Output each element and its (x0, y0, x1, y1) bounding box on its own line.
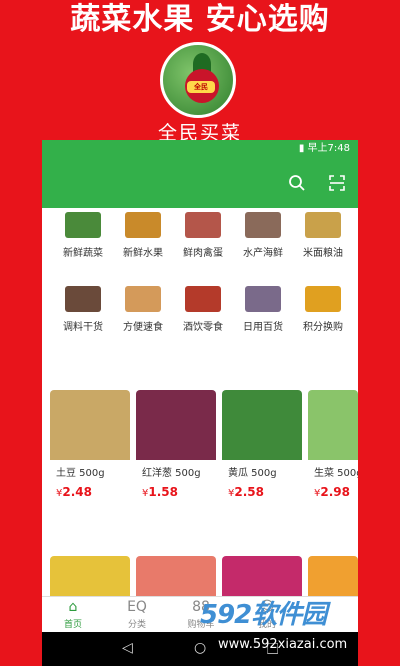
category-label: 酒饮零食 (183, 322, 223, 333)
product-card[interactable]: 黄瓜 500g ¥2.58 (222, 390, 302, 518)
category-item[interactable]: 方便速食 (114, 286, 172, 333)
product-card[interactable]: 土豆 500g ¥2.48 (50, 390, 130, 518)
category-image (185, 212, 221, 238)
category-image (245, 212, 281, 238)
product-name: 土豆 500g (56, 468, 105, 479)
list-icon: EQ (127, 599, 147, 615)
section-title-fruits: 特价水果 (0, 534, 400, 549)
section-title-vegetables: 新鲜蔬菜 (0, 367, 400, 382)
category-item[interactable]: 酒饮零食 (174, 286, 232, 333)
status-time: 早上7:48 (307, 143, 350, 154)
product-name: 黄瓜 500g (228, 468, 277, 479)
product-image (222, 390, 302, 460)
category-item[interactable]: 日用百货 (234, 286, 292, 333)
category-item[interactable]: 新鲜蔬菜 (54, 212, 112, 259)
category-item[interactable]: 调料干货 (54, 286, 112, 333)
watermark-logo-text: 592软件园 (200, 600, 327, 630)
category-image (125, 286, 161, 312)
watermark: 592软件园 www.592xiazai.com (196, 594, 392, 656)
product-image (308, 390, 358, 460)
category-label: 新鲜蔬菜 (63, 248, 103, 259)
product-image (136, 390, 216, 460)
category-label: 积分换购 (303, 322, 343, 333)
product-price: ¥1.58 (142, 485, 178, 499)
category-image (185, 286, 221, 312)
promo-banner-title: 蔬菜水果 安心选购 (70, 2, 330, 37)
logo-tag: 全民 (187, 81, 215, 93)
category-label: 水产海鲜 (243, 248, 283, 259)
category-label: 方便速食 (123, 322, 163, 333)
category-image (245, 286, 281, 312)
product-card[interactable]: 生菜 500g ¥2.98 (308, 390, 358, 518)
back-icon[interactable]: ◁ (122, 640, 133, 656)
product-name: 红洋葱 500g (142, 468, 201, 479)
scan-icon[interactable] (328, 174, 346, 192)
category-item[interactable]: 水产海鲜 (234, 212, 292, 259)
app-logo: 全民 (160, 42, 236, 118)
category-image (305, 212, 341, 238)
tab-home[interactable]: ⌂ 首页 (48, 597, 98, 630)
product-image (50, 390, 130, 460)
search-icon[interactable] (288, 174, 306, 192)
home-icon: ⌂ (68, 599, 78, 615)
category-image (305, 286, 341, 312)
category-label: 日用百货 (243, 322, 283, 333)
product-card[interactable]: 红洋葱 500g ¥1.58 (136, 390, 216, 518)
category-item[interactable]: 米面粮油 (294, 212, 352, 259)
product-price: ¥2.48 (56, 485, 92, 499)
product-price: ¥2.98 (314, 485, 350, 499)
watermark-url: www.592xiazai.com (214, 636, 352, 653)
category-item[interactable]: 积分换购 (294, 286, 352, 333)
battery-icon: ▮ (298, 143, 308, 154)
category-label: 鲜肉禽蛋 (183, 248, 223, 259)
category-label: 米面粮油 (303, 248, 343, 259)
tab-label: 分类 (127, 620, 146, 630)
category-image (125, 212, 161, 238)
app-header (42, 158, 358, 208)
category-label: 调料干货 (63, 322, 103, 333)
tab-category[interactable]: EQ 分类 (112, 597, 162, 630)
category-item[interactable]: 鲜肉禽蛋 (174, 212, 232, 259)
category-item[interactable]: 新鲜水果 (114, 212, 172, 259)
product-name: 生菜 500g (314, 468, 358, 479)
tab-label: 首页 (63, 620, 82, 630)
status-bar: ▮ 早上7:48 (42, 140, 358, 158)
product-price: ¥2.58 (228, 485, 264, 499)
category-label: 新鲜水果 (123, 248, 163, 259)
category-image (65, 212, 101, 238)
category-image (65, 286, 101, 312)
